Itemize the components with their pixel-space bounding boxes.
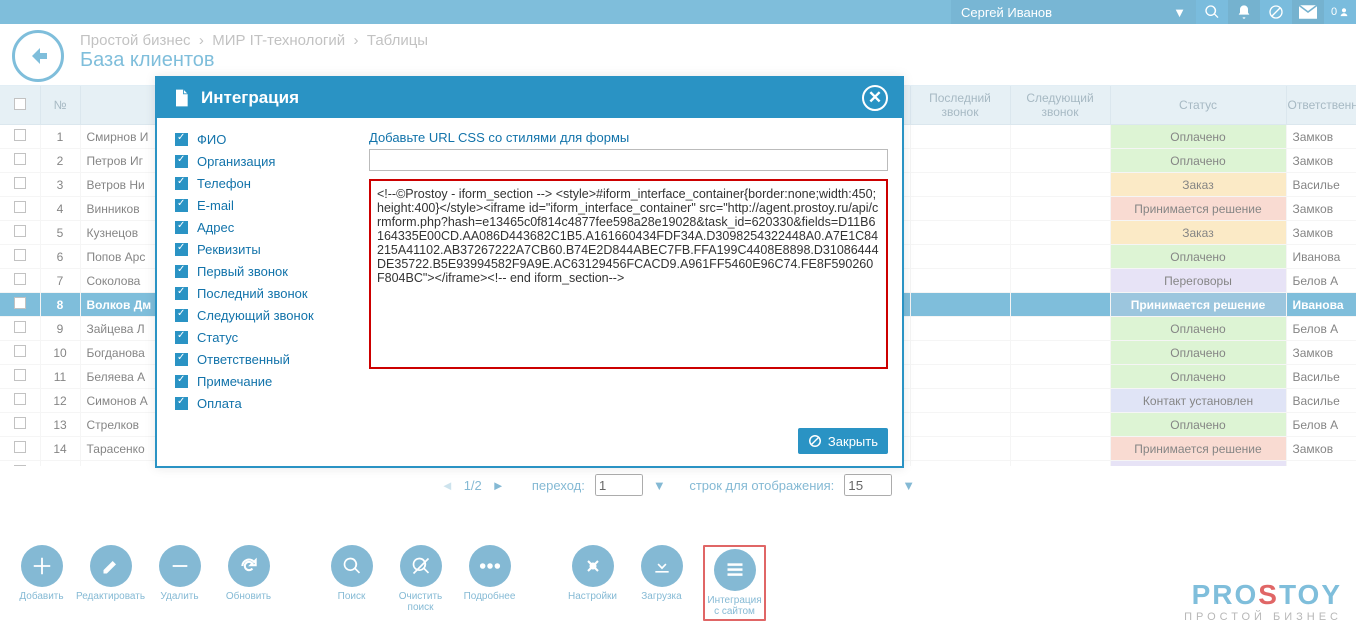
field-checkbox[interactable]: Реквизиты [171, 240, 351, 259]
field-checkbox[interactable]: ФИО [171, 130, 351, 149]
field-checkbox[interactable]: Ответственный [171, 350, 351, 369]
field-checkbox[interactable]: Примечание [171, 372, 351, 391]
field-checkbox[interactable]: Телефон [171, 174, 351, 193]
field-checkbox[interactable]: Следующий звонок [171, 306, 351, 325]
field-checkbox[interactable]: Оплата [171, 394, 351, 413]
field-checkbox[interactable]: Статус [171, 328, 351, 347]
css-url-input[interactable] [369, 149, 888, 171]
field-checkbox[interactable]: Адрес [171, 218, 351, 237]
embed-code[interactable]: <!--©Prostoy - iform_section --> <style>… [369, 179, 888, 369]
modal-title: Интеграция [201, 88, 299, 108]
field-checkbox[interactable]: E-mail [171, 196, 351, 215]
field-checkbox[interactable]: Последний звонок [171, 284, 351, 303]
field-checkbox[interactable]: Первый звонок [171, 262, 351, 281]
close-button[interactable]: Закрыть [798, 428, 888, 454]
integration-modal: Интеграция ✕ ФИО Организация Телефон E-m… [155, 76, 904, 468]
modal-header: Интеграция ✕ [157, 78, 902, 118]
document-icon [171, 87, 191, 109]
no-icon [808, 434, 822, 448]
field-list: ФИО Организация Телефон E-mail Адрес Рек… [171, 130, 351, 416]
css-url-label: Добавьте URL CSS со стилями для формы [369, 130, 888, 145]
modal-close-icon[interactable]: ✕ [862, 85, 888, 111]
field-checkbox[interactable]: Организация [171, 152, 351, 171]
